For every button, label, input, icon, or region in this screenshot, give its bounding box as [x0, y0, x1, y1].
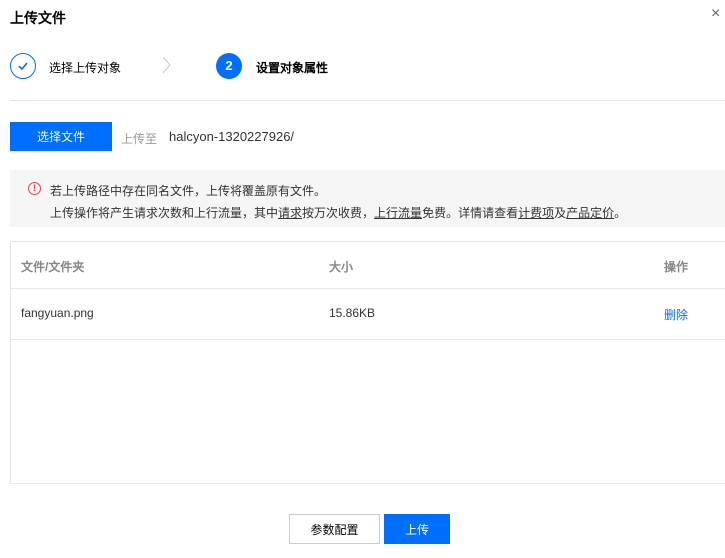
- upload-dialog: 上传文件 × 选择上传对象 2 设置对象属性 选择文件 上传至 halcyon-…: [0, 0, 725, 558]
- upstream-traffic-link[interactable]: 上行流量: [374, 206, 422, 220]
- divider: [10, 100, 725, 101]
- notice-text: 免费。详情请查看: [422, 206, 519, 220]
- select-file-button[interactable]: 选择文件: [10, 122, 112, 151]
- column-header-size: 大小: [329, 260, 354, 274]
- column-header-action: 操作: [664, 260, 689, 274]
- warning-icon: !: [28, 182, 41, 195]
- file-name: fangyuan.png: [21, 306, 94, 320]
- file-table: 文件/文件夹 大小 操作 fangyuan.png 15.86KB 删除: [10, 241, 725, 484]
- file-size: 15.86KB: [329, 306, 376, 320]
- notice-line-2: 上传操作将产生请求次数和上行流量，其中请求按万次收费，上行流量免费。详情请查看计…: [50, 204, 626, 221]
- upload-button[interactable]: 上传: [384, 514, 450, 544]
- check-icon: [10, 53, 36, 79]
- notice-text: 。: [614, 206, 627, 220]
- step-indicator: 选择上传对象 2 设置对象属性: [10, 53, 725, 81]
- billing-items-link[interactable]: 计费项: [518, 206, 554, 220]
- notice-text: 按万次收费，: [302, 206, 375, 220]
- upload-path: halcyon-1320227926/: [169, 129, 295, 144]
- chevron-right-icon: [162, 56, 172, 79]
- requests-link[interactable]: 请求: [278, 206, 302, 220]
- notice-text: 及: [554, 206, 567, 220]
- upload-to-label: 上传至: [121, 132, 158, 146]
- dialog-title: 上传文件: [10, 10, 66, 26]
- step-label: 设置对象属性: [256, 61, 329, 75]
- delete-link[interactable]: 删除: [664, 306, 688, 323]
- notice-line-1: 若上传路径中存在同名文件，上传将覆盖原有文件。: [50, 184, 327, 198]
- product-pricing-link[interactable]: 产品定价: [566, 206, 614, 220]
- close-icon[interactable]: ×: [711, 6, 725, 22]
- table-header: 文件/文件夹 大小 操作: [11, 242, 725, 289]
- param-config-button[interactable]: 参数配置: [289, 514, 380, 544]
- column-header-name: 文件/文件夹: [21, 260, 85, 274]
- step-label: 选择上传对象: [49, 61, 122, 75]
- table-row: fangyuan.png 15.86KB 删除: [11, 289, 725, 340]
- notice-text: 上传操作将产生请求次数和上行流量，其中: [50, 206, 279, 220]
- notice-banner: ! 若上传路径中存在同名文件，上传将覆盖原有文件。 上传操作将产生请求次数和上行…: [10, 170, 725, 227]
- step-number: 2: [216, 53, 242, 79]
